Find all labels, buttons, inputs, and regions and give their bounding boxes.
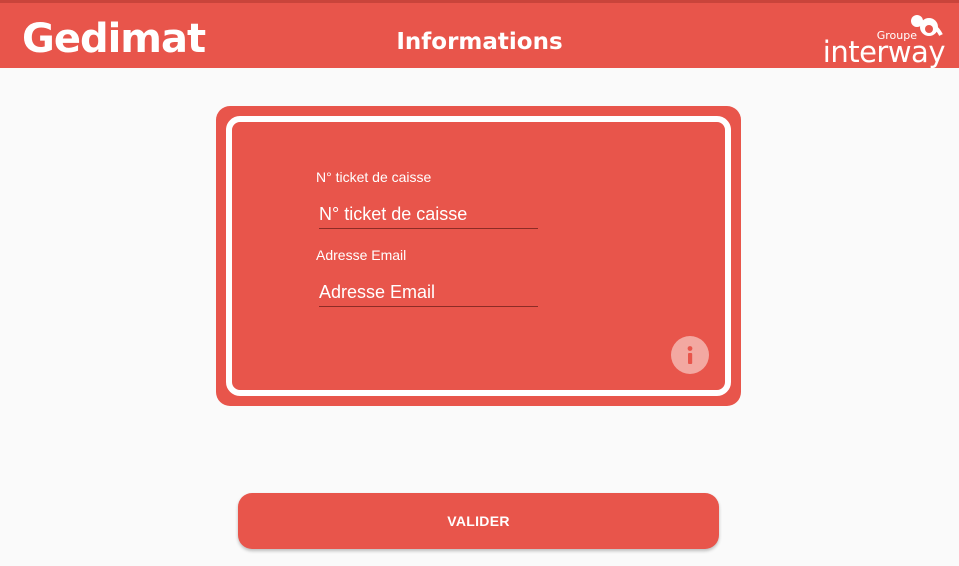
info-form-card: N° ticket de caisse Adresse Email — [216, 106, 741, 406]
page-title: Informations — [396, 29, 563, 55]
info-icon — [687, 346, 693, 364]
validate-button[interactable]: VALIDER — [238, 493, 719, 549]
ticket-label: N° ticket de caisse — [316, 169, 432, 185]
interway-logo: Groupe interway — [823, 9, 947, 69]
app-header: Gedimat Informations Groupe interway — [0, 0, 959, 68]
app-screen: Gedimat Informations Groupe interway N° … — [0, 0, 959, 566]
email-label: Adresse Email — [316, 247, 407, 263]
partner-name: interway — [822, 35, 946, 69]
info-form-card-border: N° ticket de caisse Adresse Email — [226, 116, 731, 396]
ticket-number-input[interactable] — [319, 201, 538, 229]
info-button[interactable] — [671, 336, 709, 374]
email-input[interactable] — [319, 279, 538, 307]
